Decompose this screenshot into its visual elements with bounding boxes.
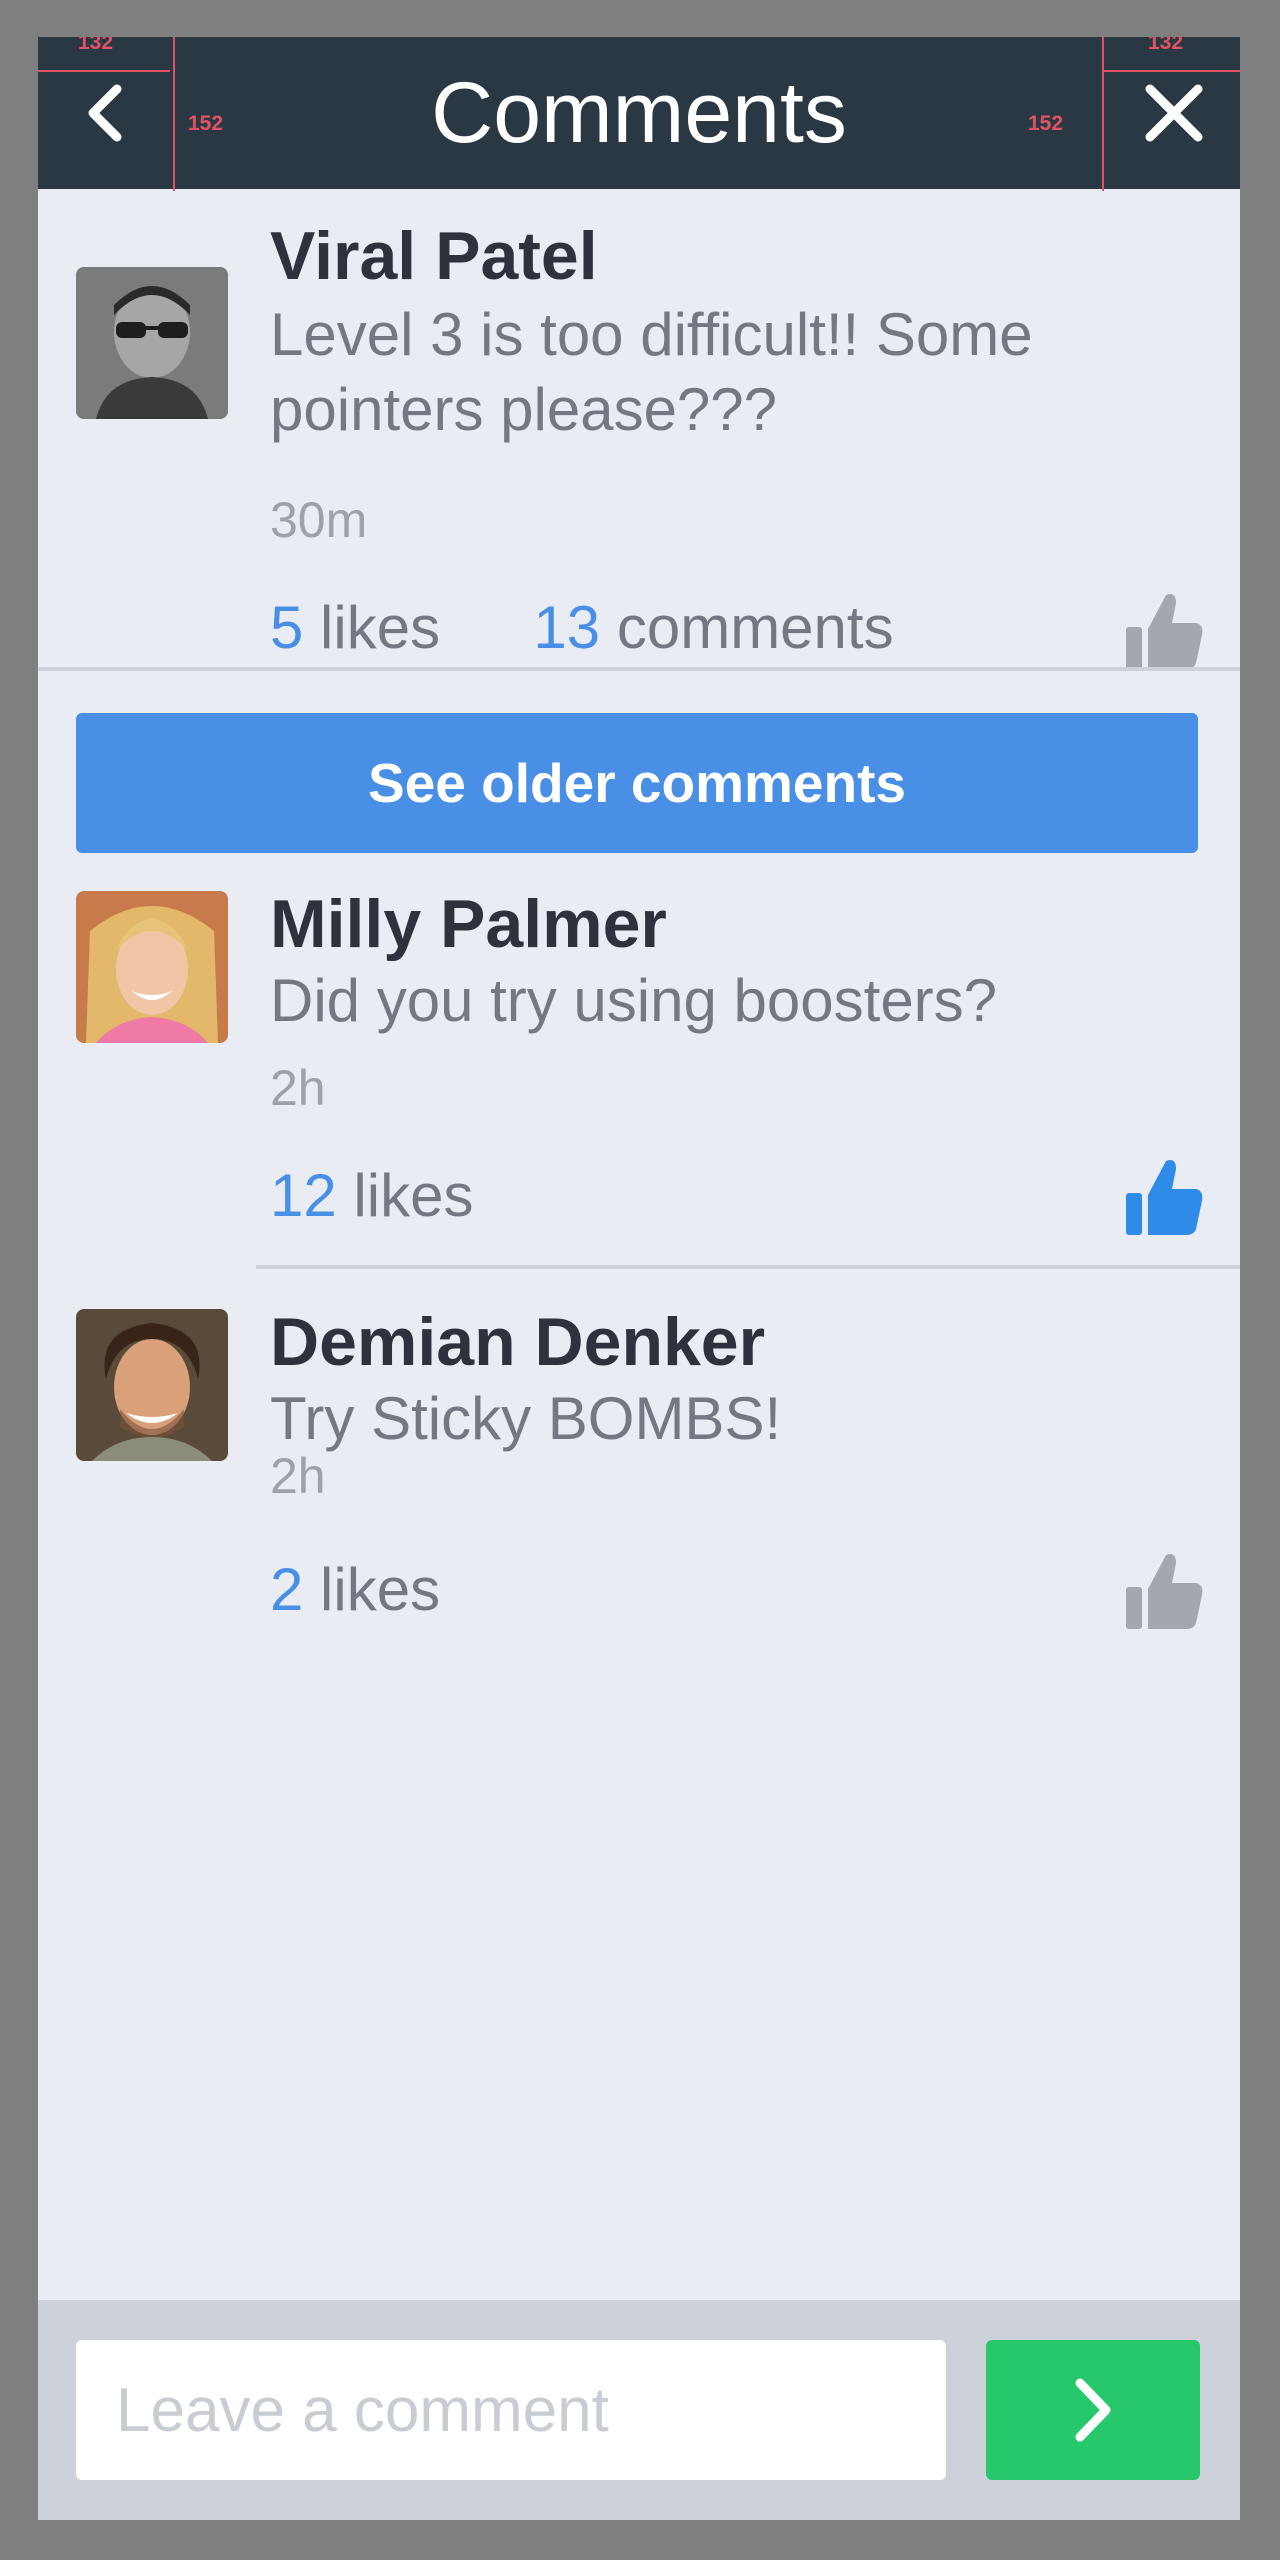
avatar-photo (76, 891, 228, 1043)
post-stats: 5 likes 13 comments (270, 593, 894, 662)
close-icon (1145, 84, 1203, 142)
comment-text: Try Sticky BOMBS! (270, 1385, 782, 1452)
comment-composer (38, 2300, 1240, 2520)
post-author[interactable]: Viral Patel (270, 217, 598, 295)
like-button[interactable] (1126, 591, 1204, 671)
comment-stats: 2 likes (270, 1555, 440, 1624)
likes-link[interactable]: 5 likes (270, 594, 440, 661)
spec-label: 152 (188, 112, 224, 135)
spec-label: 132 (78, 37, 114, 54)
spec-marker-line (1102, 37, 1104, 191)
divider (256, 1265, 1240, 1269)
spec-marker-line (1104, 70, 1240, 72)
like-button[interactable] (1126, 1157, 1204, 1237)
thumbs-up-icon (1126, 1554, 1203, 1629)
likes-label: likes (320, 1556, 441, 1623)
divider (38, 667, 1240, 671)
likes-label: likes (320, 594, 441, 661)
comment-item: Demian Denker Try Sticky BOMBS! 2h 2 lik… (38, 1303, 1240, 1705)
spec-marker-line (38, 70, 170, 72)
see-older-comments-button[interactable]: See older comments (76, 713, 1198, 853)
comment-item: Milly Palmer Did you try using boosters?… (38, 885, 1240, 1307)
likes-link[interactable]: 2 likes (270, 1556, 440, 1623)
spec-marker-line (173, 37, 175, 191)
avatar[interactable] (76, 891, 228, 1043)
post-text: Level 3 is too difficult!! Some pointers… (270, 301, 1033, 443)
likes-count: 12 (270, 1162, 337, 1229)
comment-text: Did you try using boosters? (270, 967, 998, 1034)
thumbs-up-icon (1126, 594, 1203, 669)
comment-author[interactable]: Demian Denker (270, 1303, 765, 1381)
spec-label: 152 (1028, 112, 1064, 135)
likes-label: likes (353, 1162, 474, 1229)
likes-count: 5 (270, 594, 304, 661)
comment-input[interactable] (76, 2340, 946, 2480)
avatar[interactable] (76, 267, 228, 419)
like-button[interactable] (1126, 1551, 1204, 1631)
likes-link[interactable]: 12 likes (270, 1162, 473, 1229)
comments-link[interactable]: 13 comments (533, 594, 893, 661)
avatar[interactable] (76, 1309, 228, 1461)
likes-count: 2 (270, 1556, 304, 1623)
avatar-photo (76, 267, 228, 419)
post-time: 30m (270, 492, 368, 548)
comment-time: 2h (270, 1448, 326, 1504)
comments-label: comments (616, 594, 894, 661)
send-button[interactable] (986, 2340, 1200, 2480)
header-bar: Comments 132 152 152 132 (38, 37, 1240, 191)
comment-stats: 12 likes (270, 1161, 473, 1230)
comments-count: 13 (533, 594, 601, 661)
original-post: Viral Patel Level 3 is too difficult!! S… (38, 189, 1240, 709)
comment-time: 2h (270, 1060, 326, 1116)
comments-screen: Comments 132 152 152 132 Viral Patel Lev… (38, 37, 1240, 2520)
close-button[interactable] (1108, 37, 1240, 189)
thumbs-up-icon (1126, 1160, 1203, 1235)
chevron-right-icon (1075, 2378, 1111, 2442)
avatar-photo (76, 1309, 228, 1461)
spec-label: 132 (1148, 37, 1184, 54)
comment-author[interactable]: Milly Palmer (270, 885, 667, 963)
